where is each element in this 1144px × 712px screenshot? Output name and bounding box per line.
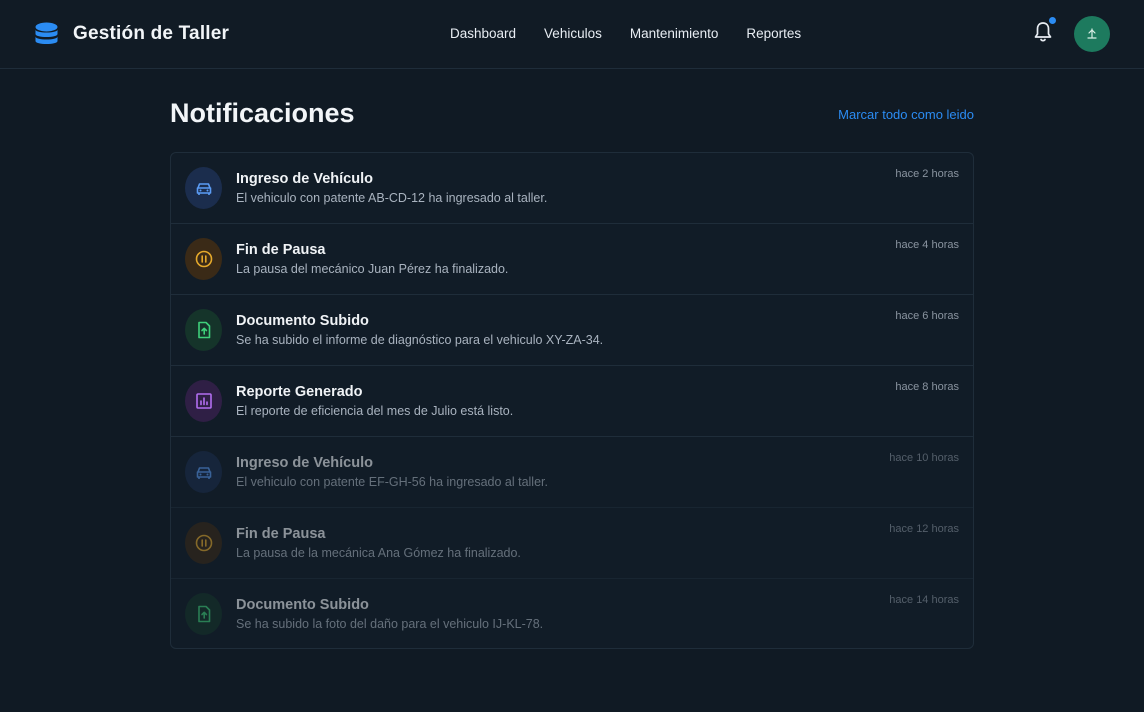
notification-icon-wrapper bbox=[185, 167, 222, 209]
notification-list: Ingreso de Vehículo El vehiculo con pate… bbox=[170, 152, 974, 649]
notification-item[interactable]: Ingreso de Vehículo El vehiculo con pate… bbox=[171, 153, 973, 224]
app-title: Gestión de Taller bbox=[73, 23, 230, 44]
page-title: Notificaciones bbox=[170, 98, 355, 128]
notification-icon-wrapper bbox=[185, 380, 222, 422]
pause-icon bbox=[195, 534, 212, 552]
notification-description: El vehiculo con patente EF-GH-56 ha ingr… bbox=[236, 475, 548, 489]
notification-time: hace 6 horas bbox=[895, 310, 959, 322]
pause-icon bbox=[195, 250, 212, 268]
notification-title: Documento Subido bbox=[236, 313, 369, 329]
notification-icon-wrapper bbox=[185, 309, 222, 351]
notification-time: hace 12 horas bbox=[889, 523, 959, 535]
avatar[interactable] bbox=[1074, 16, 1110, 52]
unread-indicator-dot bbox=[1049, 17, 1056, 24]
nav-dashboard[interactable]: Dashboard bbox=[450, 26, 516, 41]
database-stack-icon bbox=[35, 22, 58, 44]
notification-item[interactable]: Reporte Generado El reporte de eficienci… bbox=[171, 366, 973, 437]
nav-mantenimiento[interactable]: Mantenimiento bbox=[630, 26, 719, 41]
upload-file-icon bbox=[197, 605, 210, 623]
notification-description: La pausa del mecánico Juan Pérez ha fina… bbox=[236, 262, 509, 276]
nav-vehiculos[interactable]: Vehiculos bbox=[544, 26, 602, 41]
notification-item[interactable]: Documento Subido Se ha subido la foto de… bbox=[171, 579, 973, 648]
notification-title: Ingreso de Vehículo bbox=[236, 171, 373, 187]
user-logo-icon bbox=[1087, 28, 1097, 39]
notification-title: Documento Subido bbox=[236, 597, 369, 613]
notification-description: Se ha subido el informe de diagnóstico p… bbox=[236, 333, 604, 347]
notification-item[interactable]: Documento Subido Se ha subido el informe… bbox=[171, 295, 973, 366]
notification-time: hace 8 horas bbox=[895, 381, 959, 393]
notification-icon-wrapper bbox=[185, 522, 222, 564]
notification-description: Se ha subido la foto del daño para el ve… bbox=[236, 617, 544, 631]
notification-description: El vehiculo con patente AB-CD-12 ha ingr… bbox=[236, 191, 548, 205]
notification-icon-wrapper bbox=[185, 238, 222, 280]
notification-item[interactable]: Ingreso de Vehículo El vehiculo con pate… bbox=[171, 437, 973, 508]
notification-time: hace 10 horas bbox=[889, 452, 959, 464]
bell-icon[interactable] bbox=[1033, 21, 1053, 43]
brand[interactable]: Gestión de Taller bbox=[35, 22, 229, 46]
notification-time: hace 14 horas bbox=[889, 594, 959, 606]
car-icon bbox=[196, 467, 211, 479]
notification-description: La pausa de la mecánica Ana Gómez ha fin… bbox=[236, 546, 521, 560]
notification-description: El reporte de eficiencia del mes de Juli… bbox=[236, 404, 514, 418]
notification-title: Reporte Generado bbox=[236, 384, 363, 400]
main-nav: Dashboard Vehiculos Mantenimiento Report… bbox=[450, 26, 829, 41]
notification-time: hace 2 horas bbox=[895, 168, 959, 180]
notification-title: Fin de Pausa bbox=[236, 526, 326, 542]
notification-icon-wrapper bbox=[185, 593, 222, 635]
notification-item[interactable]: Fin de Pausa La pausa del mecánico Juan … bbox=[171, 224, 973, 295]
upload-file-icon bbox=[197, 321, 210, 339]
notification-icon-wrapper bbox=[185, 451, 222, 493]
car-icon bbox=[196, 183, 211, 195]
notification-item[interactable]: Fin de Pausa La pausa de la mecánica Ana… bbox=[171, 508, 973, 579]
notification-title: Ingreso de Vehículo bbox=[236, 455, 373, 471]
report-chart-icon bbox=[195, 393, 212, 409]
notification-title: Fin de Pausa bbox=[236, 242, 326, 258]
mark-all-read-link[interactable]: Marcar todo como leido bbox=[838, 107, 974, 122]
notification-time: hace 4 horas bbox=[895, 239, 959, 251]
top-navigation-bar: Gestión de Taller Dashboard Vehiculos Ma… bbox=[0, 0, 1144, 69]
nav-reportes[interactable]: Reportes bbox=[746, 26, 801, 41]
